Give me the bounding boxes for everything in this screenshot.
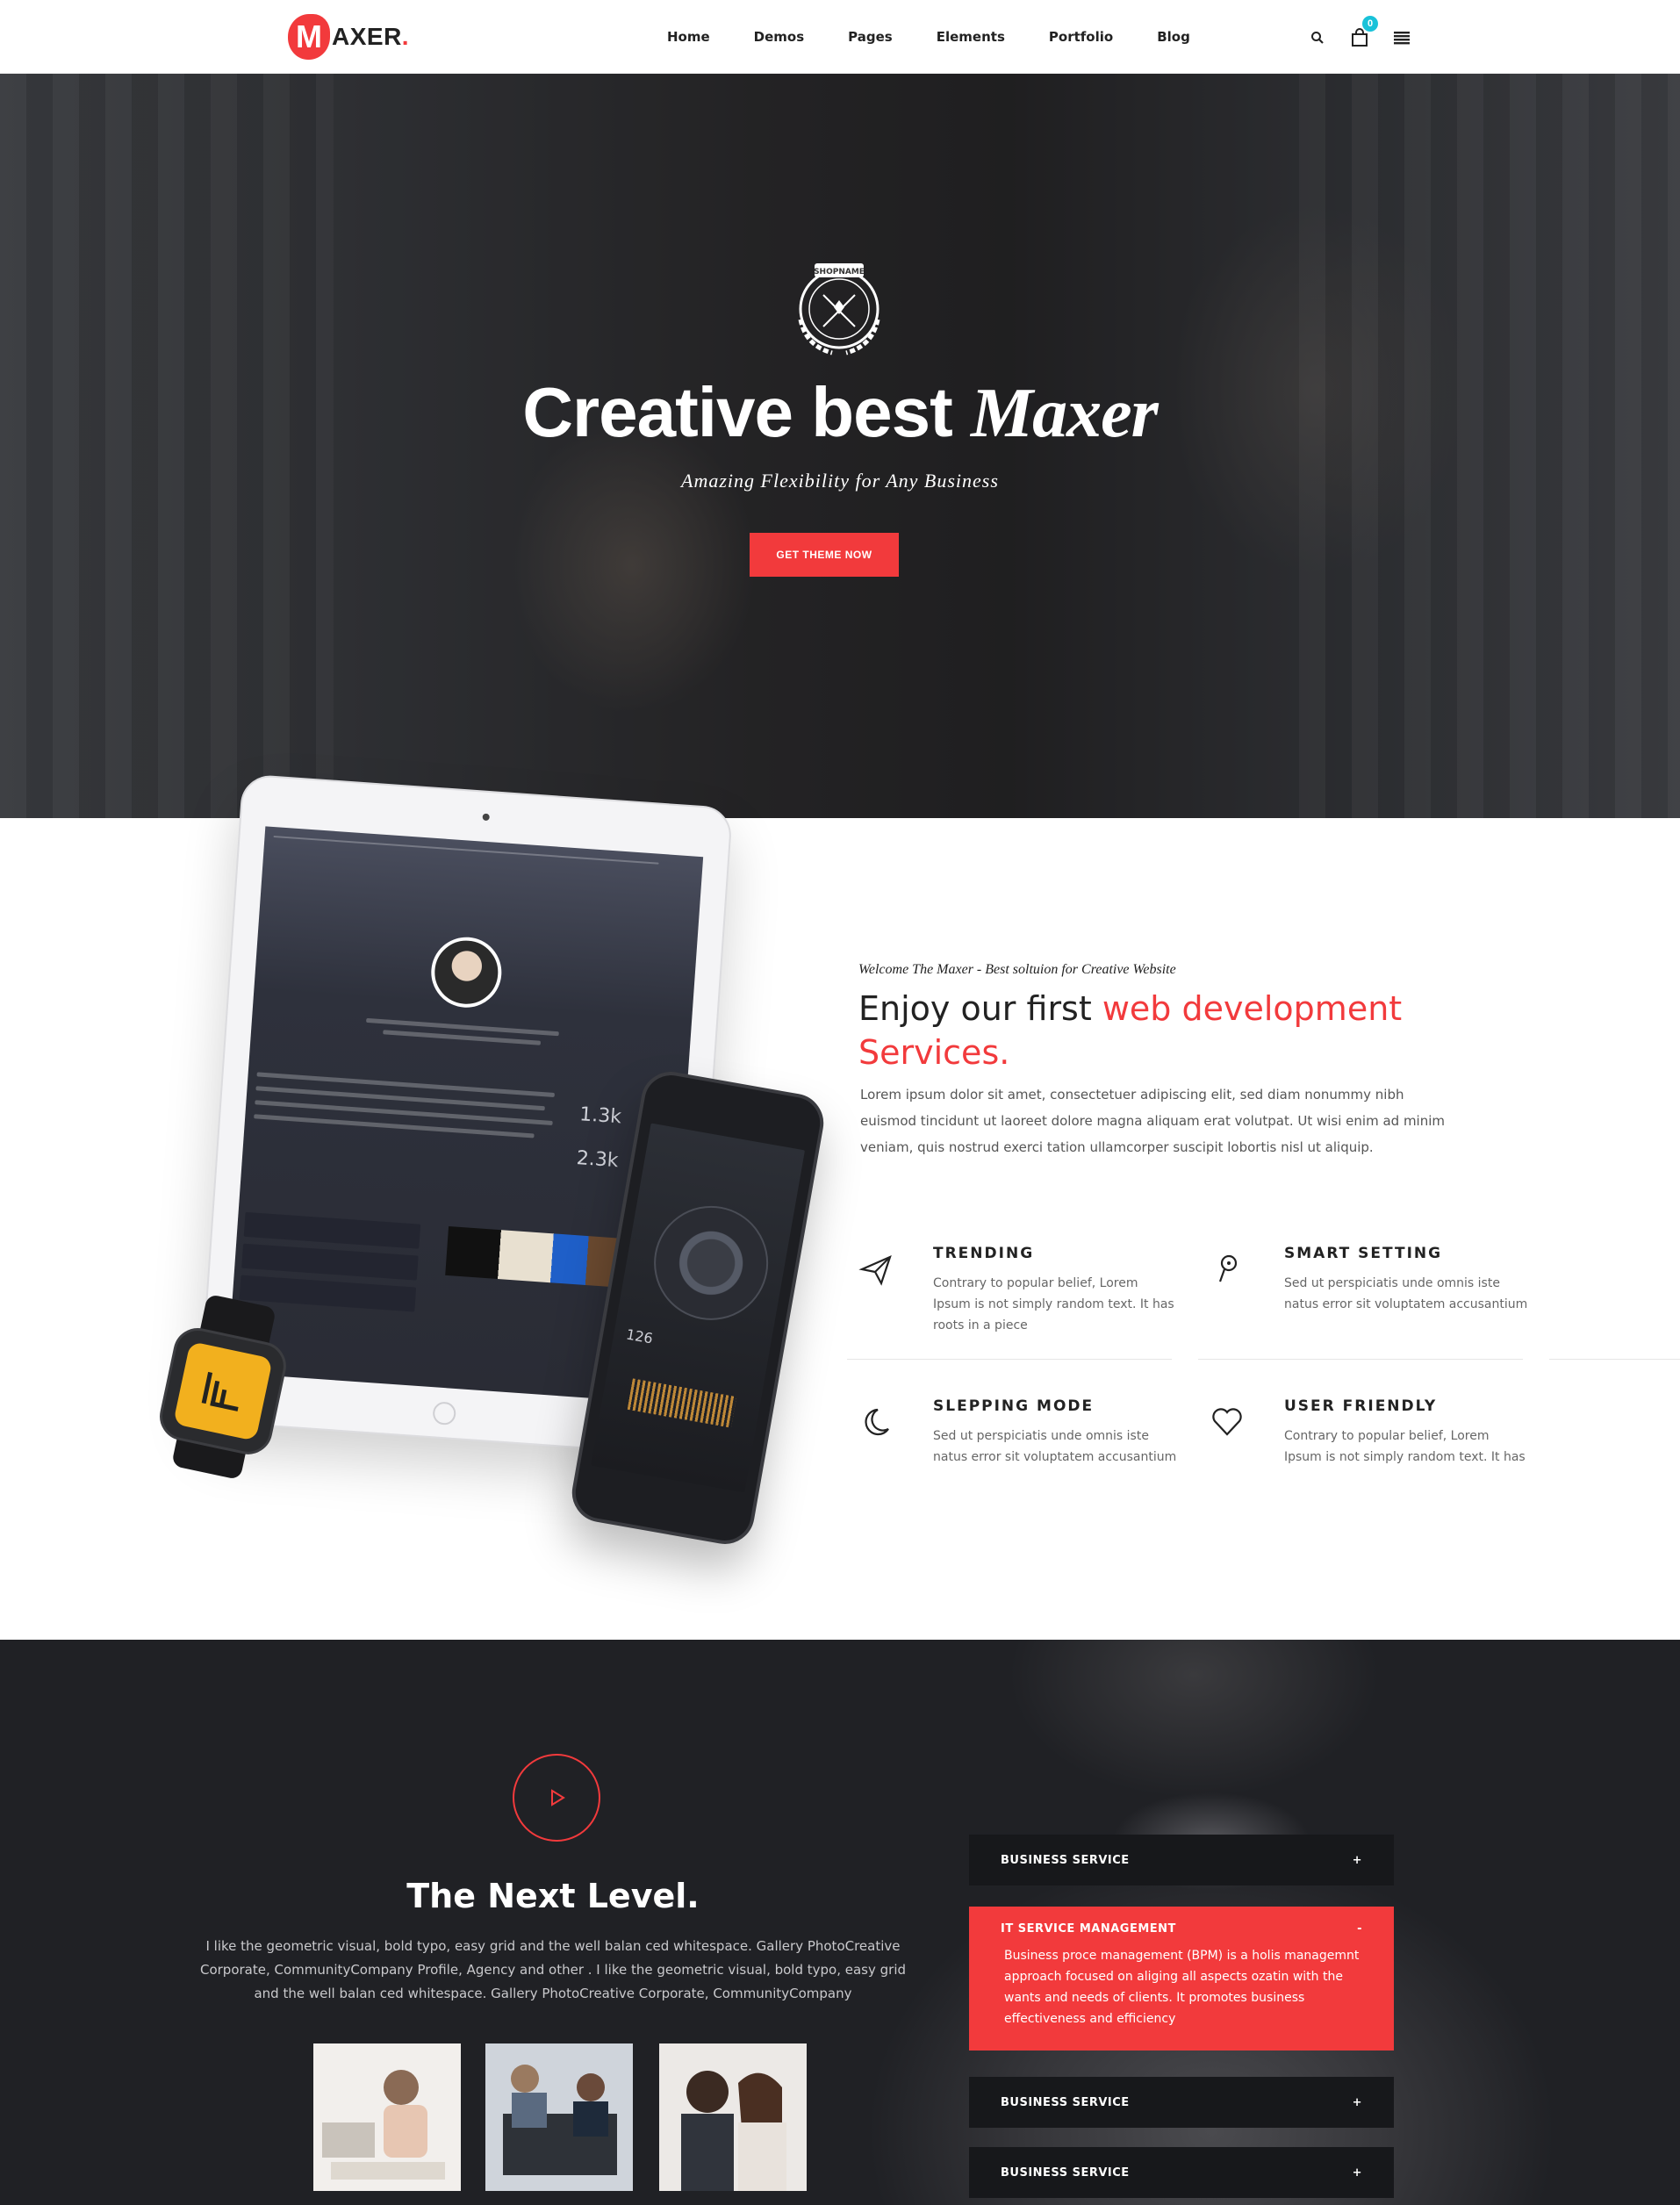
menu-icon[interactable]	[1389, 25, 1415, 51]
hero-title-main: Creative best	[522, 373, 971, 451]
profile-avatar	[428, 935, 505, 1010]
accordion-body: Business proce management (BPM) is a hol…	[1004, 1949, 1360, 2026]
next-level-section: The Next Level. I like the geometric vis…	[0, 1640, 1680, 2205]
paper-plane-icon	[858, 1255, 892, 1286]
tablet-home-button	[432, 1401, 457, 1426]
status-bar	[273, 835, 659, 865]
get-theme-button[interactable]: GET THEME NOW	[750, 533, 899, 577]
music-disc	[644, 1196, 778, 1330]
track-row	[241, 1243, 419, 1281]
nav-demos[interactable]: Demos	[754, 29, 805, 45]
site-header: M AXER . Home Demos Pages Elements Portf…	[0, 0, 1680, 74]
feature-text: Contrary to popular belief, Lorem Ipsum …	[933, 1276, 1174, 1332]
accordion-title: BUSINESS SERVICE	[1001, 2095, 1130, 2109]
logo[interactable]: M AXER .	[288, 14, 409, 60]
plus-icon[interactable]: +	[1353, 1854, 1362, 1867]
gallery-thumb-2[interactable]	[485, 2043, 633, 2191]
feature-divider	[847, 1359, 1172, 1360]
nav-blog[interactable]: Blog	[1157, 29, 1190, 45]
feature-text: Contrary to popular belief, Lorem Ipsum …	[1284, 1429, 1526, 1464]
plus-icon[interactable]: +	[1353, 2166, 1362, 2180]
plays-stat: 2.3k	[575, 1147, 620, 1173]
hero-title-accent: Maxer	[970, 375, 1159, 452]
watch-face	[173, 1340, 273, 1441]
next-level-text: I like the geometric visual, bold typo, …	[199, 1938, 907, 2001]
accordion-title: IT SERVICE MANAGEMENT	[1001, 1921, 1176, 1936]
watch-body	[154, 1323, 291, 1459]
audio-waveform	[627, 1378, 737, 1428]
nav-portfolio[interactable]: Portfolio	[1049, 29, 1113, 45]
heart-icon	[1212, 1408, 1242, 1436]
logo-text: AXER	[332, 23, 402, 50]
accordion-item-active[interactable]: IT SERVICE MANAGEMENT - Business proce m…	[969, 1907, 1394, 2051]
feature-divider	[1198, 1359, 1523, 1360]
pin-icon	[1218, 1254, 1238, 1282]
nav-pages[interactable]: Pages	[848, 29, 893, 45]
hero-section: SHOPNAME Creative best Maxer Amazing Fle…	[0, 74, 1680, 818]
logo-dot: .	[401, 23, 409, 50]
feature-title: SLEPPING MODE	[933, 1397, 1095, 1415]
accordion-title: BUSINESS SERVICE	[1001, 2165, 1130, 2180]
accordion-header[interactable]: BUSINESS SERVICE +	[969, 2077, 1394, 2128]
feature-text: Sed ut perspiciatis unde omnis iste natu…	[933, 1429, 1177, 1464]
welcome-title-plain: Enjoy our first	[858, 989, 1102, 1028]
play-icon[interactable]	[513, 1754, 600, 1842]
search-icon[interactable]	[1304, 25, 1331, 51]
emblem-text: SHOPNAME	[814, 268, 865, 277]
gallery-thumb-3[interactable]	[659, 2043, 807, 2191]
main-nav: Home Demos Pages Elements Portfolio Blog	[667, 0, 1234, 74]
accordion-item[interactable]: BUSINESS SERVICE +	[969, 1835, 1394, 1885]
feature-divider	[1549, 1359, 1680, 1360]
shopping-bag-icon[interactable]: 0	[1346, 16, 1378, 51]
next-level-title: The Next Level.	[406, 1877, 700, 1915]
welcome-kicker: Welcome The Maxer - Best soltuion for Cr…	[858, 962, 1176, 977]
feature-text: Sed ut perspiciatis unde omnis iste natu…	[1284, 1276, 1528, 1311]
tablet-camera	[482, 813, 490, 822]
gallery-thumb-1[interactable]	[313, 2043, 461, 2191]
hero-title: Creative best Maxer	[0, 372, 1680, 454]
nav-elements[interactable]: Elements	[937, 29, 1005, 45]
header-actions: 0	[1304, 16, 1431, 51]
accordion-header[interactable]: IT SERVICE MANAGEMENT -	[969, 1907, 1394, 1942]
smartwatch-mockup	[133, 1286, 315, 1489]
feature-title: SMART SETTING	[1284, 1245, 1443, 1262]
track-row	[243, 1211, 421, 1249]
phone-counter: 126	[624, 1325, 655, 1347]
followers-stat: 1.3k	[578, 1103, 622, 1129]
watch-logo-icon	[201, 1371, 239, 1411]
minus-icon[interactable]: -	[1357, 1922, 1362, 1936]
logo-badge: M	[288, 14, 330, 60]
accordion-item[interactable]: BUSINESS SERVICE +	[969, 2147, 1394, 2198]
welcome-text: Lorem ipsum dolor sit amet, consectetuer…	[860, 1087, 1446, 1155]
instagram-strip	[445, 1225, 624, 1288]
welcome-title: Enjoy our first web development Services…	[858, 987, 1490, 1074]
feature-title: TRENDING	[933, 1245, 1035, 1262]
nav-home[interactable]: Home	[667, 29, 710, 45]
accordion-title: BUSINESS SERVICE	[1001, 1853, 1130, 1867]
accordion-header[interactable]: BUSINESS SERVICE +	[969, 1835, 1394, 1885]
moon-icon	[865, 1408, 889, 1436]
feature-title: USER FRIENDLY	[1284, 1397, 1438, 1415]
cart-count-badge: 0	[1362, 16, 1378, 32]
accordion-header[interactable]: BUSINESS SERVICE +	[969, 2147, 1394, 2198]
emblem-logo: SHOPNAME	[798, 263, 880, 356]
accordion-item[interactable]: BUSINESS SERVICE +	[969, 2077, 1394, 2128]
plus-icon[interactable]: +	[1353, 2096, 1362, 2109]
hero-subtitle: Amazing Flexibility for Any Business	[681, 470, 999, 492]
